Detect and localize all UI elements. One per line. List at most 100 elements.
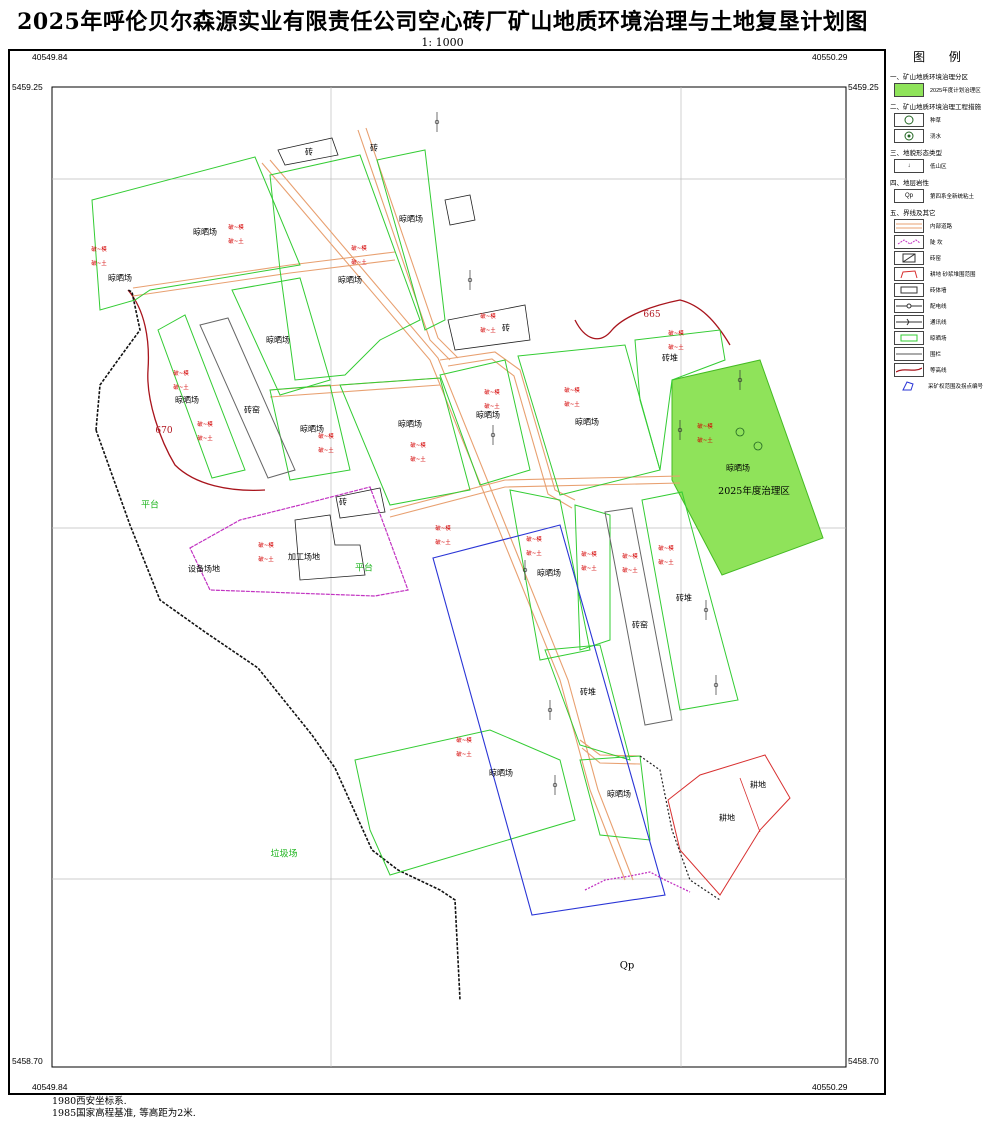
legend-section-zoning: 一、矿山地质环境治理分区 (890, 74, 968, 81)
label-drying-yard: 晾晒场 (398, 419, 422, 429)
label-kiln: 砖窑 (244, 405, 260, 415)
label-red-b: 破~土 (173, 385, 189, 391)
label-garbage-site: 垃圾场 (270, 849, 298, 860)
label-red-a: 破~模 (581, 552, 597, 558)
label-drying-yard: 晾晒场 (193, 227, 217, 237)
label-red-a: 破~模 (697, 424, 713, 430)
legend-section-boundaries: 五、界线及其它 (890, 210, 936, 217)
legend-item-kiln: 砖窑 (894, 251, 996, 265)
label-brick: 砖 (502, 323, 510, 333)
label-treatment-zone-2025: 2025年度治理区 (718, 486, 790, 497)
outer-frame (8, 49, 886, 1095)
legend-item-power: 配电线 (894, 299, 996, 313)
legend-item-brick-wall: 砖体墙 (894, 283, 996, 297)
road-line-icon (894, 219, 924, 233)
label-red-a: 破~模 (564, 388, 580, 394)
coord-bottom-left-x: 40549.84 (32, 1082, 68, 1092)
arrow-down-icon: ↓ (894, 159, 924, 173)
label-farmland: 耕地 (719, 813, 735, 823)
contour-line-icon (894, 363, 924, 377)
label-red-b: 破~土 (91, 261, 107, 267)
legend-zone-swatch (894, 83, 924, 97)
legend-item-scarp: 陡 坎 (894, 235, 996, 249)
label-red-a: 破~模 (318, 434, 334, 440)
label-red-b: 破~土 (197, 436, 213, 442)
legend-item-zone: 2025年度计划治理区 (894, 83, 996, 97)
label-brick-pile: 砖堆 (662, 353, 678, 363)
coord-bottom-right-y: 5458.70 (848, 1056, 879, 1066)
water-icon (894, 129, 924, 143)
label-processing-area: 加工场地 (288, 552, 320, 562)
label-brick-pile: 砖堆 (580, 687, 596, 697)
label-platform: 平台 (354, 563, 374, 574)
label-red-a: 破~模 (668, 331, 684, 337)
label-contour-665: 665 (643, 310, 661, 320)
label-platform: 平台 (140, 500, 160, 511)
brick-wall-icon (894, 283, 924, 297)
legend-item-comm: 通讯线 (894, 315, 996, 329)
legend-item-strata: Qp 第四系全新统粘土 (894, 189, 996, 203)
legend-item-landform: ↓ 低山区 (894, 159, 996, 173)
label-red-b: 破~土 (351, 260, 367, 266)
label-kiln: 砖窑 (632, 620, 648, 630)
label-red-a: 破~模 (658, 546, 674, 552)
note-elevation-datum: 1985国家高程基准, 等高距为2米. (52, 1108, 196, 1119)
label-brick-pile: 砖堆 (676, 593, 692, 603)
label-brick: 砖 (370, 143, 378, 153)
label-red-b: 破~土 (456, 752, 472, 758)
label-red-a: 破~模 (526, 537, 542, 543)
label-red-a: 破~模 (410, 443, 426, 449)
east-dashed-line (639, 755, 721, 901)
kiln-outlines (199, 317, 673, 726)
label-red-b: 破~土 (480, 328, 496, 334)
label-red-a: 破~模 (197, 422, 213, 428)
map-notes: 1980西安坐标系. 1985国家高程基准, 等高距为2米. (52, 1096, 196, 1120)
scarp-line-icon (894, 235, 924, 249)
label-red-b: 破~土 (228, 239, 244, 245)
south-scarp-line (584, 871, 691, 893)
label-red-a: 破~模 (91, 247, 107, 253)
label-red-b: 破~土 (484, 404, 500, 410)
label-drying-yard: 晾晒场 (399, 214, 423, 224)
coord-bottom-right-x: 40550.29 (812, 1082, 848, 1092)
kiln-icon (894, 251, 924, 265)
legend-item-fence: 围栏 (894, 347, 996, 361)
label-red-b: 破~土 (668, 345, 684, 351)
label-red-b: 破~土 (258, 557, 274, 563)
label-red-b: 破~土 (410, 457, 426, 463)
label-red-b: 破~土 (581, 566, 597, 572)
label-red-b: 破~土 (697, 438, 713, 444)
legend-section-strata: 四、地层岩性 (890, 180, 929, 187)
drying-yard-boundaries (91, 149, 739, 876)
label-red-a: 破~模 (258, 543, 274, 549)
legend-title: 图 例 (913, 50, 971, 64)
label-equipment-area: 设备场地 (188, 564, 220, 574)
fence-icon (894, 347, 924, 361)
label-red-b: 破~土 (318, 448, 334, 454)
internal-roads (132, 127, 681, 881)
legend-item-road: 内部道路 (894, 219, 996, 233)
label-red-b: 破~土 (622, 568, 638, 574)
label-red-a: 破~模 (228, 225, 244, 231)
label-red-b: 破~土 (526, 551, 542, 557)
legend-item-mining-point: 采矿权范围及拐点编号 (894, 379, 996, 393)
label-drying-yard: 晾晒场 (266, 335, 290, 345)
note-coordinate-system: 1980西安坐标系. (52, 1096, 127, 1107)
power-line-icon (894, 299, 924, 313)
comm-line-icon (894, 315, 924, 329)
label-red-b: 破~土 (435, 540, 451, 546)
legend-item-contour: 等高线 (894, 363, 996, 377)
map-canvas (8, 49, 886, 1095)
processing-area-boundary (189, 486, 409, 597)
label-red-a: 破~模 (456, 738, 472, 744)
drying-yard-icon (894, 331, 924, 345)
label-red-a: 破~模 (351, 246, 367, 252)
label-drying-yard: 晾晒场 (476, 410, 500, 420)
label-red-b: 破~土 (564, 402, 580, 408)
legend-item-grass: 种草 (894, 113, 996, 127)
label-stratum-qp: Qp (619, 960, 635, 972)
farmland-icon (894, 267, 924, 281)
label-red-a: 破~模 (480, 314, 496, 320)
coord-top-left-y: 5459.25 (12, 82, 43, 92)
label-drying-yard: 晾晒场 (489, 768, 513, 778)
